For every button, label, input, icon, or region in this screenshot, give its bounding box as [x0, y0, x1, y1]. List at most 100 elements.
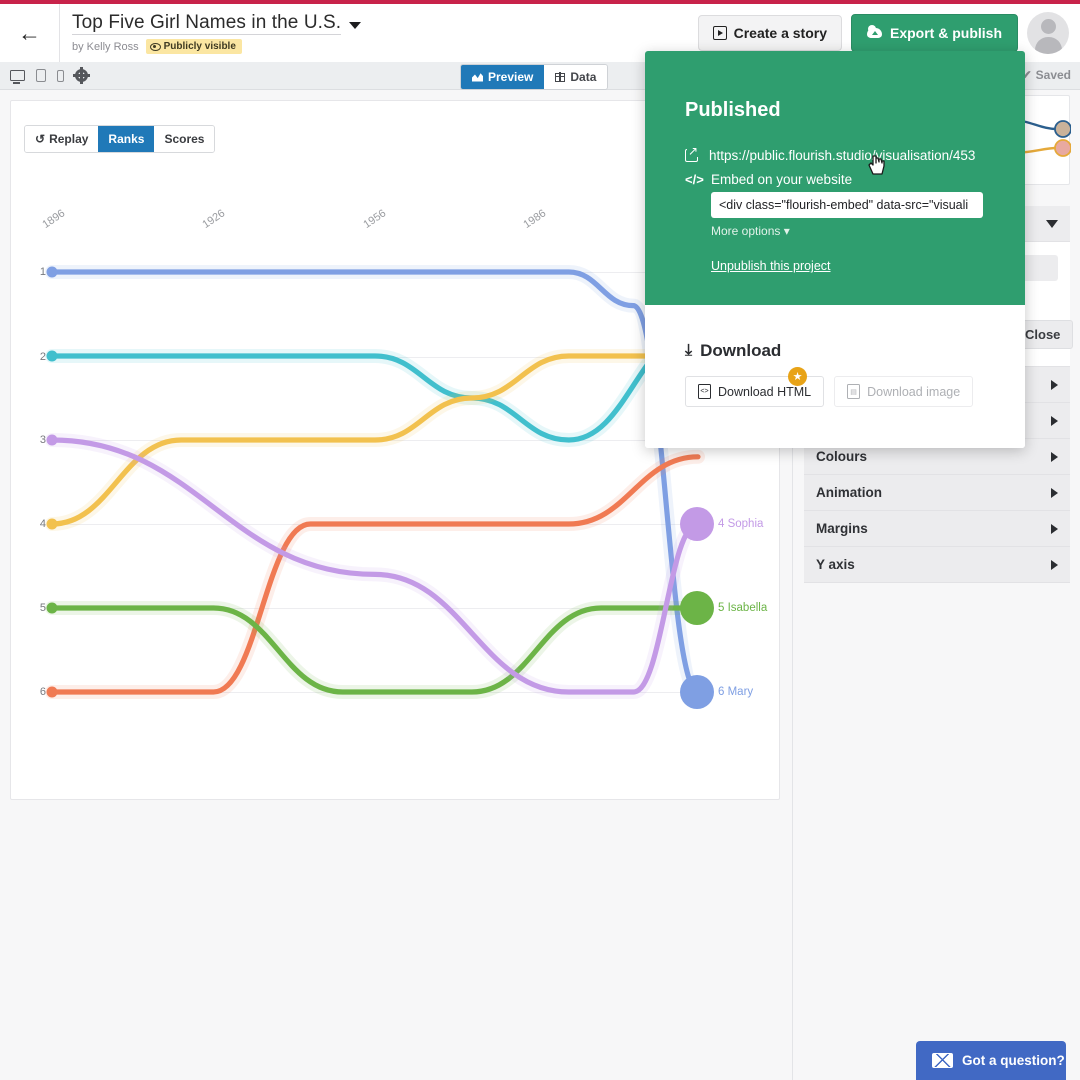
- embed-row[interactable]: </> Embed on your website: [685, 172, 985, 187]
- series-line-isabella: [49, 605, 701, 695]
- export-publish-label: Export & publish: [890, 25, 1002, 41]
- unpublish-link[interactable]: Unpublish this project: [711, 259, 985, 273]
- section-label: Margins: [816, 521, 868, 536]
- download-html-label: Download HTML: [718, 384, 812, 399]
- chevron-right-icon: [1051, 559, 1058, 570]
- chevron-right-icon: [1051, 415, 1058, 426]
- desktop-icon[interactable]: [10, 70, 25, 84]
- series-end-label: 4 Sophia: [718, 518, 763, 530]
- series-end-circle-mary[interactable]: [680, 675, 714, 709]
- series-start-dot: [46, 266, 58, 278]
- tab-preview[interactable]: Preview: [461, 65, 545, 89]
- project-title-block: Top Five Girl Names in the U.S. by Kelly…: [60, 12, 698, 55]
- chevron-down-icon: [1046, 219, 1058, 228]
- external-link-icon: [685, 145, 699, 162]
- image-file-icon: ▤: [847, 384, 861, 399]
- chart-mode-controls: ↺ Replay Ranks Scores: [24, 125, 216, 153]
- published-popover: Published https://public.flourish.studio…: [645, 51, 1025, 448]
- series-start-dot: [46, 434, 58, 446]
- series-start-dot: [46, 518, 58, 530]
- replay-label: Replay: [49, 132, 89, 146]
- mobile-icon[interactable]: [57, 69, 64, 82]
- download-icon: ⤓: [685, 342, 693, 359]
- chevron-right-icon: [1051, 451, 1058, 462]
- series-end-circle-sophia[interactable]: [680, 507, 714, 541]
- end-label-sophia: 4 Sophia: [718, 518, 764, 530]
- chevron-down-icon[interactable]: [349, 21, 362, 29]
- preview-data-toggle: Preview Data: [460, 64, 609, 90]
- saved-label: Saved: [1035, 68, 1071, 82]
- series-line-anna: [49, 328, 701, 443]
- chevron-right-icon: [1051, 379, 1058, 390]
- sidebar-item-margins[interactable]: Margins: [804, 511, 1070, 547]
- published-url[interactable]: https://public.flourish.studio/visualisa…: [709, 148, 985, 163]
- series-line-mary: [49, 269, 701, 695]
- scores-button[interactable]: Scores: [154, 126, 215, 152]
- create-story-button[interactable]: Create a story: [697, 15, 842, 51]
- caret-down-icon: ▾: [783, 224, 790, 238]
- tab-preview-label: Preview: [488, 70, 534, 84]
- embed-label: Embed on your website: [711, 172, 853, 187]
- gear-icon[interactable]: [72, 66, 90, 84]
- download-title: Download: [700, 341, 782, 360]
- export-publish-button[interactable]: Export & publish: [851, 14, 1018, 52]
- play-square-icon: [712, 26, 727, 40]
- download-image-label: Download image: [867, 384, 961, 399]
- published-url-row[interactable]: https://public.flourish.studio/visualisa…: [685, 145, 985, 163]
- series-start-dot: [46, 602, 58, 614]
- app-root: ← Top Five Girl Names in the U.S. by Kel…: [0, 0, 1080, 1080]
- download-image-button[interactable]: ▤ Download image: [834, 376, 974, 407]
- visibility-label: Publicly visible: [163, 41, 236, 53]
- popover-download-section: ⤓ Download <> Download HTML ★ ▤ Download…: [645, 305, 1025, 448]
- download-heading: ⤓ Download: [685, 341, 985, 361]
- premium-star-icon: ★: [788, 367, 807, 386]
- tab-data[interactable]: Data: [544, 65, 608, 89]
- series-end-circle-isabella[interactable]: [680, 591, 714, 625]
- section-label: Animation: [816, 485, 882, 500]
- section-label: Colours: [816, 449, 868, 464]
- end-label-isabella: 5 Isabella: [718, 602, 768, 614]
- series-line-sophia: [49, 437, 701, 695]
- more-options-toggle[interactable]: More options ▾: [711, 224, 985, 238]
- series-end-label: 5 Isabella: [718, 602, 767, 614]
- envelope-icon: [932, 1053, 953, 1068]
- sidebar-item-animation[interactable]: Animation: [804, 475, 1070, 511]
- series-start-dot: [46, 686, 58, 698]
- status-badge[interactable]: Publicly visible: [145, 39, 242, 55]
- chevron-right-icon: [1051, 523, 1058, 534]
- html-file-icon: <>: [698, 384, 711, 399]
- ranks-label: Ranks: [108, 132, 145, 146]
- saved-status: ✔ Saved: [1022, 68, 1071, 82]
- popover-published-section: Published https://public.flourish.studio…: [645, 51, 1025, 305]
- chevron-right-icon: [1051, 487, 1058, 498]
- code-icon: </>: [685, 172, 704, 187]
- avatar[interactable]: [1027, 12, 1069, 54]
- mouse-cursor-icon: [868, 155, 885, 175]
- chart-icon: [472, 73, 483, 82]
- cloud-upload-icon: [867, 25, 882, 38]
- tablet-icon[interactable]: [36, 69, 46, 82]
- replay-button[interactable]: ↺ Replay: [25, 126, 99, 152]
- series-end-label: 6 Mary: [718, 686, 753, 698]
- series-line-emma: [49, 353, 701, 527]
- popover-title: Published: [685, 99, 781, 121]
- create-story-label: Create a story: [733, 25, 827, 41]
- more-options-label: More options: [711, 224, 781, 238]
- back-button[interactable]: ←: [0, 4, 60, 62]
- tab-data-label: Data: [570, 70, 597, 84]
- embed-code-input[interactable]: <div class="flourish-embed" data-src="vi…: [711, 192, 983, 218]
- download-buttons: <> Download HTML ★ ▤ Download image: [685, 367, 985, 407]
- table-grid-icon: [555, 72, 566, 82]
- back-arrow-icon: ←: [18, 19, 41, 46]
- support-chat-button[interactable]: Got a question?: [916, 1041, 1066, 1080]
- chat-label: Got a question?: [962, 1053, 1065, 1068]
- scores-label: Scores: [164, 132, 205, 146]
- page-title[interactable]: Top Five Girl Names in the U.S.: [72, 12, 342, 36]
- section-label: Y axis: [816, 557, 855, 572]
- author-byline: by Kelly Ross: [72, 40, 139, 53]
- series-start-dot: [46, 350, 58, 362]
- ranks-button[interactable]: Ranks: [98, 126, 155, 152]
- sidebar-item-y-axis[interactable]: Y axis: [804, 547, 1070, 583]
- device-preview-icons: [0, 66, 90, 84]
- end-label-mary: 6 Mary: [718, 686, 754, 698]
